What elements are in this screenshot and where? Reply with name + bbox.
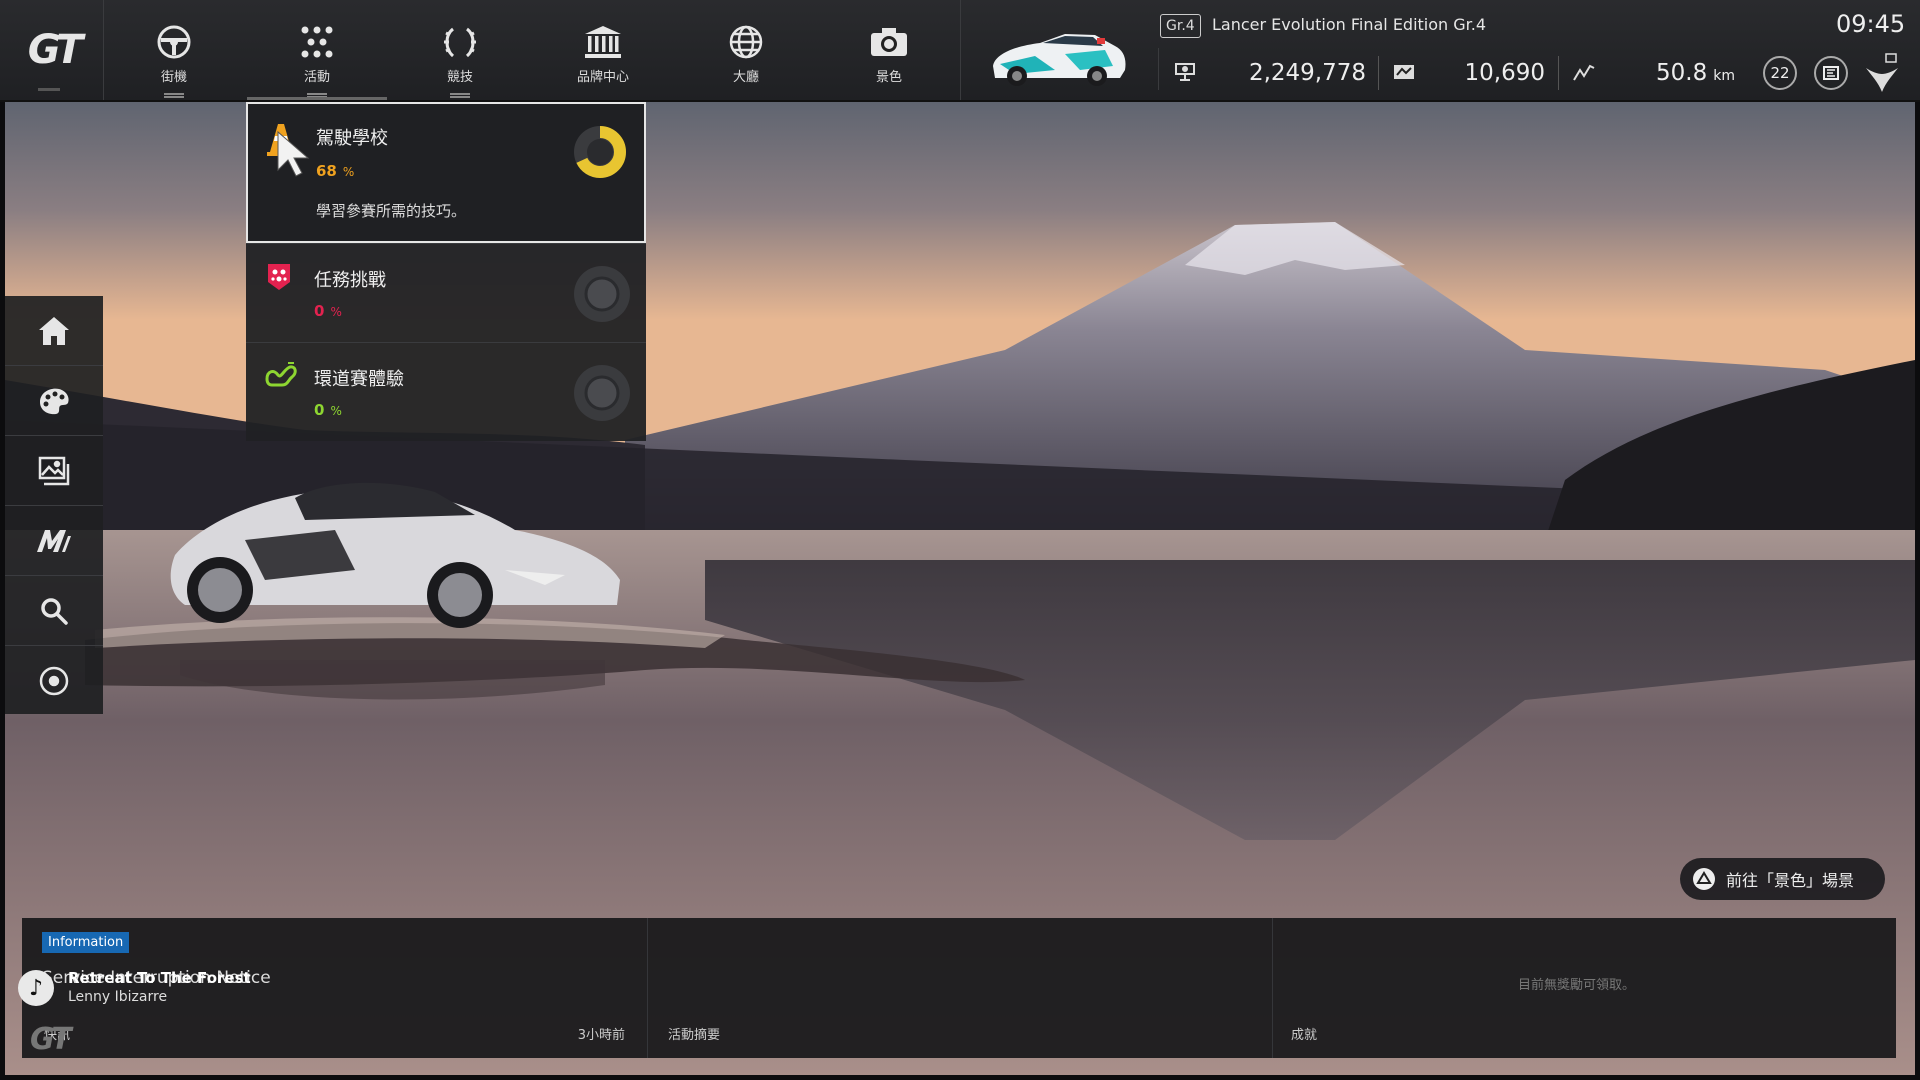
nav-label: 景色 — [875, 70, 902, 85]
distance-number: 50.8 — [1656, 60, 1708, 86]
driver-level-badge[interactable]: 22 — [1763, 56, 1797, 90]
mileage-icon — [1392, 60, 1416, 84]
divider — [1558, 56, 1559, 90]
distance-unit: km — [1713, 68, 1735, 84]
divider — [1158, 48, 1159, 90]
news-time: 3小時前 — [577, 1028, 625, 1043]
top-bar: GT 街機 活動 競技 品牌中心 大廳 景色 Gr.4 Lancer Evolu… — [0, 0, 1920, 102]
song-title: Retreat To The Forest — [68, 969, 251, 987]
steering-wheel-icon — [154, 22, 194, 62]
nav-sport[interactable]: 競技 — [390, 0, 530, 100]
achievements-column[interactable]: 目前無獎勵可領取。 成就 — [1273, 918, 1896, 1058]
triangle-button-icon — [1693, 868, 1715, 890]
nav-label: 活動 — [303, 70, 330, 85]
car-class-badge: Gr.4 — [1160, 14, 1201, 38]
sidebar-item-gt-auto[interactable] — [5, 506, 103, 576]
nav-activities[interactable]: 活動 — [247, 0, 387, 100]
palette-icon — [40, 388, 69, 414]
song-artist: Lenny Ibizarre — [68, 989, 168, 1005]
distance-value: 50.8 km — [1610, 60, 1735, 86]
menu-item-title: 環道賽體驗 — [314, 369, 404, 390]
nav-sub-indicator — [450, 93, 470, 98]
credits-value: 2,249,778 — [1248, 60, 1366, 86]
nav-label: 競技 — [446, 70, 473, 85]
information-badge: Information — [42, 932, 130, 953]
building-icon — [583, 22, 623, 62]
progress-ring — [574, 365, 630, 421]
active-tab-indicator — [247, 97, 387, 100]
sidebar-item-gallery[interactable] — [5, 436, 103, 506]
camera-icon — [869, 22, 909, 62]
home-icon — [39, 316, 69, 345]
nav-label: 大廳 — [732, 70, 759, 85]
menu-item-percent: 0% — [314, 302, 342, 320]
pointer-cursor-icon — [277, 130, 310, 177]
menu-item-percent: 0% — [314, 401, 342, 419]
sidebar-item-home[interactable] — [5, 296, 103, 366]
nav-arcade[interactable]: 街機 — [104, 0, 244, 100]
dots-grid-icon — [297, 22, 337, 62]
nav-sub-indicator — [164, 93, 184, 98]
mission-badge-icon — [264, 260, 294, 290]
safety-rating-badge[interactable] — [1814, 56, 1848, 90]
divider — [1378, 56, 1379, 90]
hint-label: 前往「景色」場景 — [1726, 871, 1855, 890]
search-icon — [41, 597, 68, 625]
left-sidebar — [5, 296, 103, 714]
m-logo-icon — [37, 529, 71, 552]
mileage-value: 10,690 — [1464, 60, 1545, 86]
settings-circle-icon — [39, 666, 69, 695]
clock: 09:45 — [1836, 10, 1906, 38]
music-note-icon: ♪ — [18, 970, 54, 1006]
activity-summary-column[interactable]: 活動摘要 — [648, 918, 1272, 1058]
menu-item-title: 駕駛學校 — [316, 128, 388, 149]
gt-logo-icon: GT — [27, 27, 83, 73]
menu-item-circuit-experience[interactable]: 環道賽體驗 0% — [246, 342, 646, 441]
logo-indicator — [38, 88, 60, 91]
sidebar-item-options[interactable] — [5, 646, 103, 715]
activity-summary-label: 活動摘要 — [668, 1028, 721, 1043]
gt-watermark-logo: GT — [30, 1022, 72, 1057]
menu-item-description: 學習參賽所需的技巧。 — [316, 202, 467, 220]
laurel-icon — [440, 22, 480, 62]
no-reward-text: 目前無獎勵可領取。 — [1518, 978, 1636, 993]
current-car-thumbnail[interactable] — [985, 26, 1130, 90]
nav-brand-central[interactable]: 品牌中心 — [533, 0, 673, 100]
menu-item-title: 任務挑戰 — [314, 270, 386, 291]
menu-item-missions[interactable]: 任務挑戰 0% — [246, 243, 646, 342]
credits-icon — [1173, 60, 1197, 84]
divider — [960, 0, 961, 100]
manufacturer-emblem-icon[interactable] — [1862, 52, 1902, 94]
now-playing: ♪ Retreat To The Forest Lenny Ibizarre — [18, 963, 251, 1013]
go-to-scapes-button[interactable]: 前往「景色」場景 — [1680, 858, 1885, 900]
globe-icon — [726, 22, 766, 62]
progress-ring — [574, 126, 626, 178]
distance-icon — [1572, 60, 1596, 84]
bottom-panel: Information Service Interruption Notice … — [22, 918, 1896, 1058]
sidebar-item-search[interactable] — [5, 576, 103, 646]
achievements-label: 成就 — [1291, 1028, 1318, 1043]
sidebar-item-livery[interactable] — [5, 366, 103, 436]
gt-logo[interactable]: GT — [5, 4, 102, 96]
menu-item-percent: 68% — [316, 162, 355, 180]
nav-scapes[interactable]: 景色 — [819, 0, 959, 100]
nav-lobby[interactable]: 大廳 — [676, 0, 816, 100]
car-name: Lancer Evolution Final Edition Gr.4 — [1212, 15, 1487, 34]
nav-label: 品牌中心 — [576, 70, 629, 85]
gallery-icon — [38, 456, 70, 485]
progress-ring — [574, 266, 630, 322]
nav-label: 街機 — [160, 70, 187, 85]
track-icon — [264, 361, 297, 391]
